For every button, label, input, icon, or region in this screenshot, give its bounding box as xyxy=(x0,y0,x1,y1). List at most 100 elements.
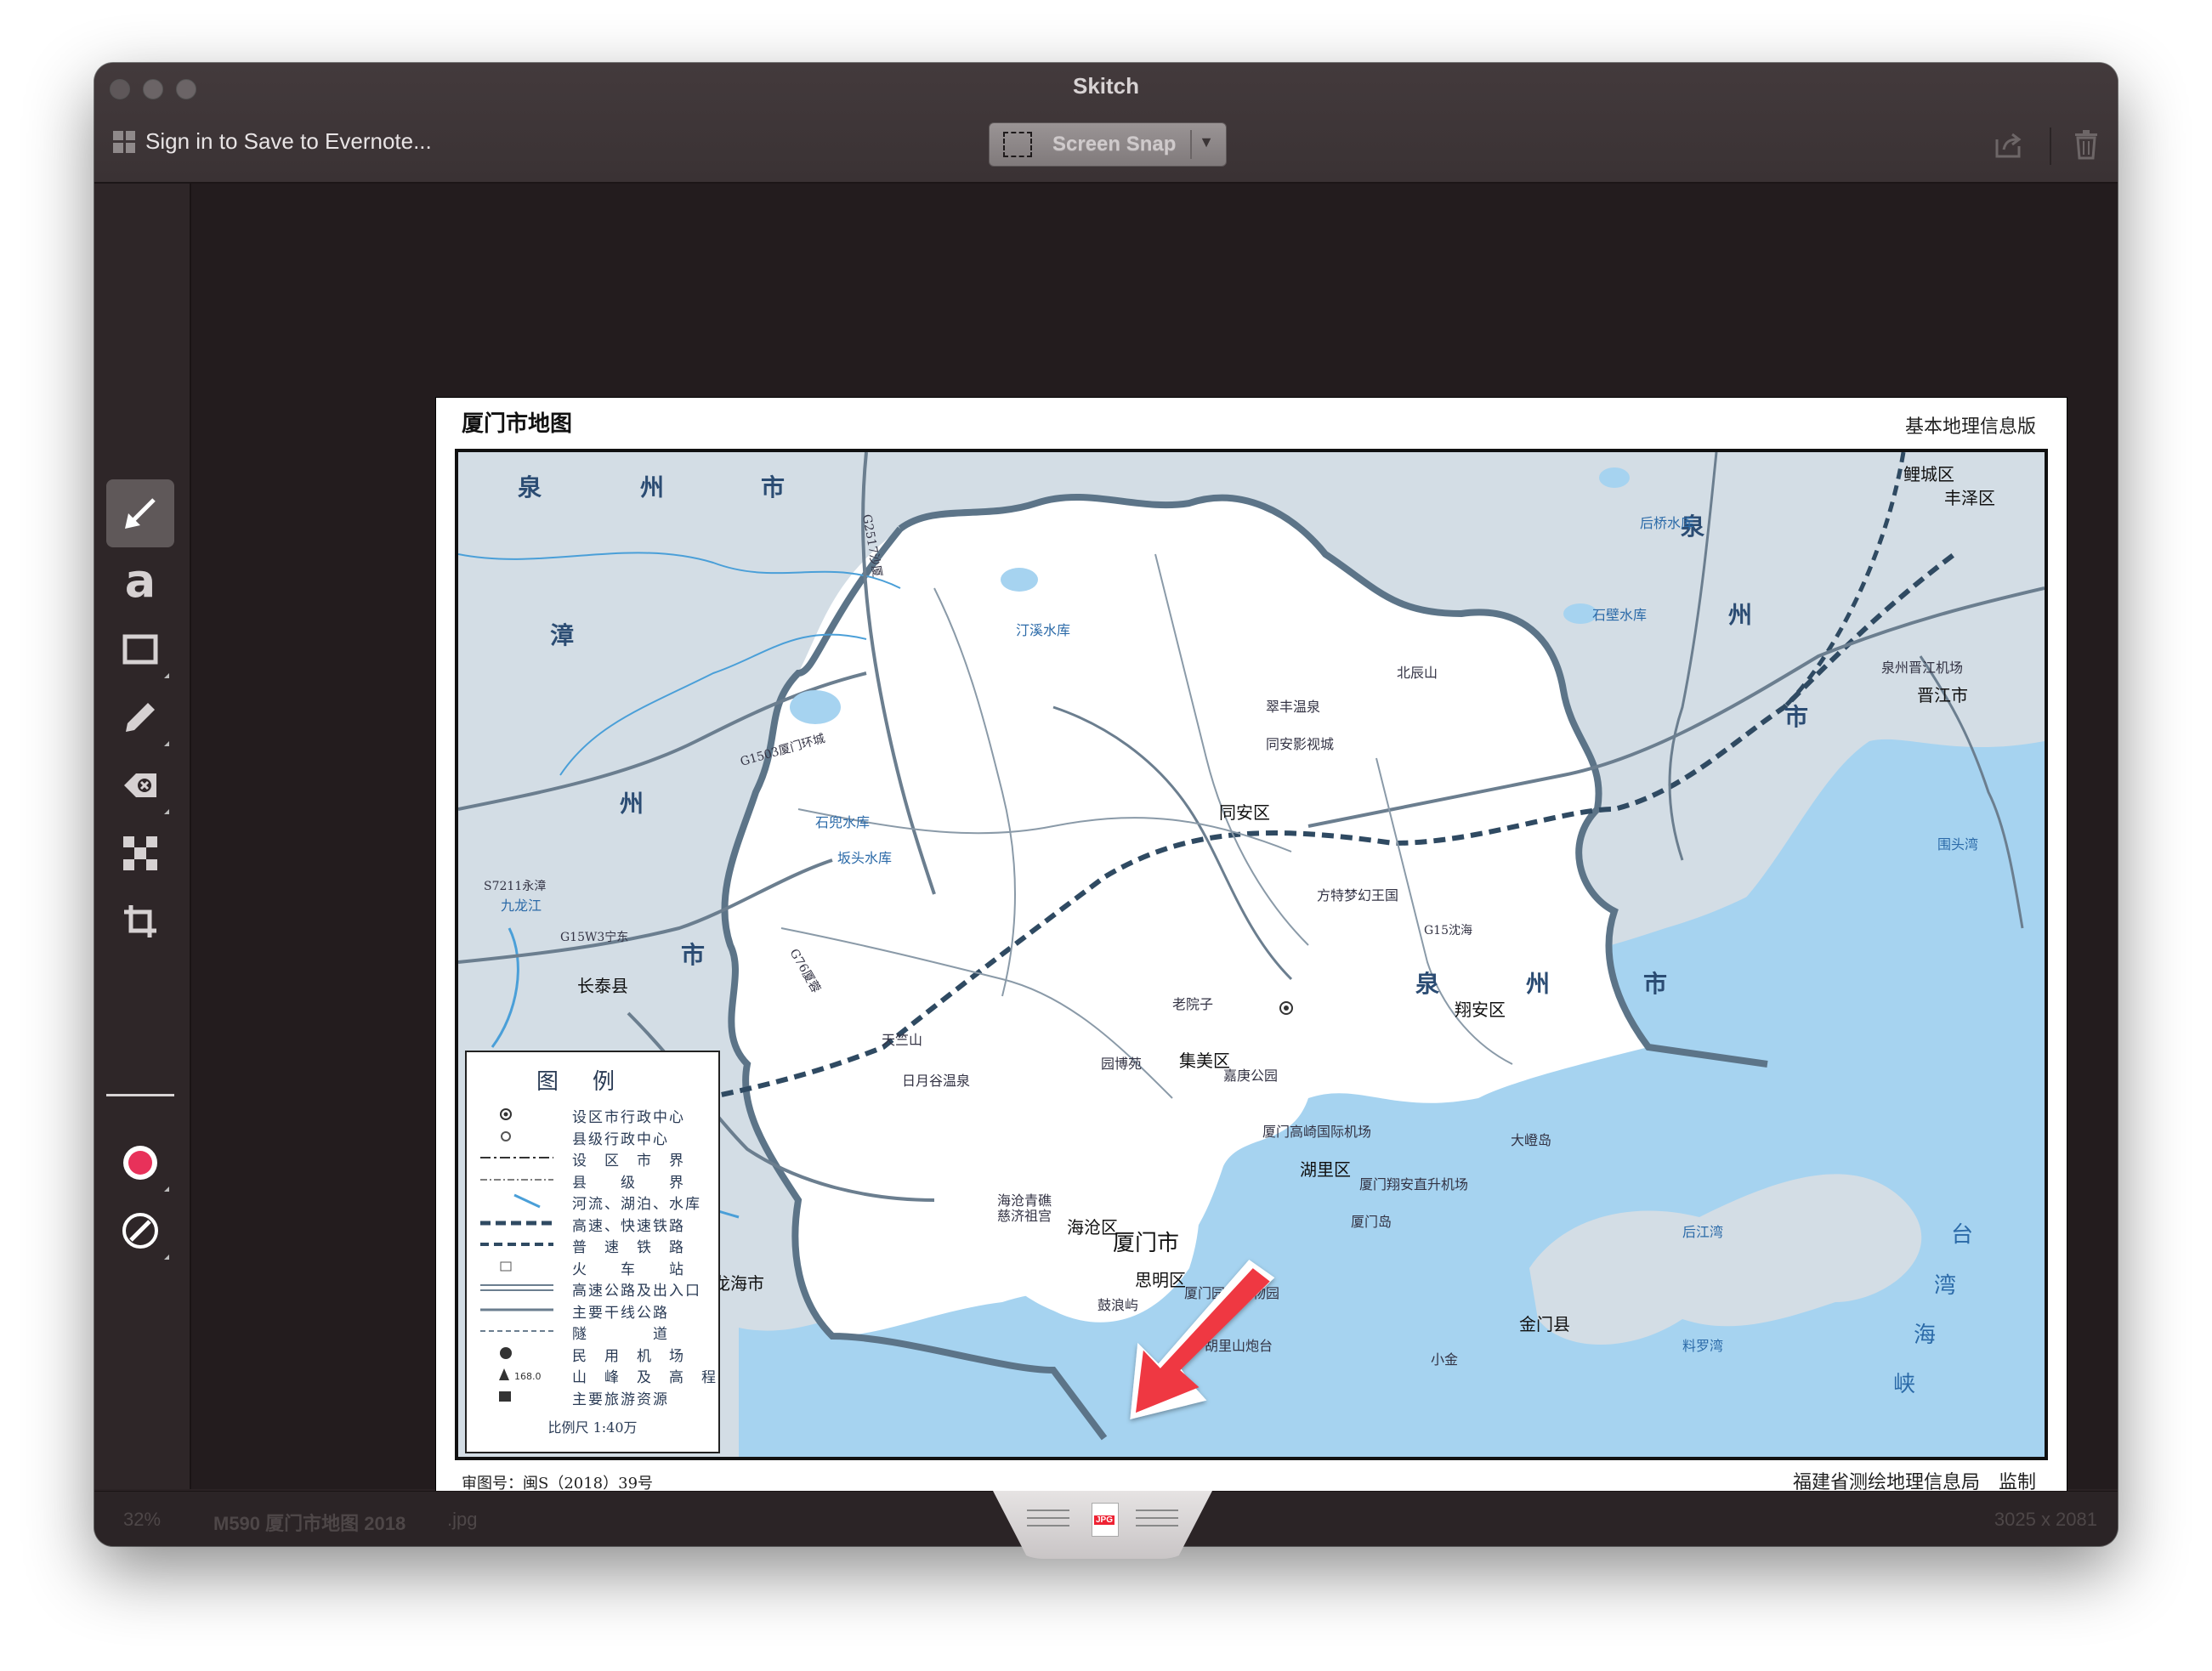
label-jiageng: 嘉庚公园 xyxy=(1223,1068,1279,1084)
label-s7211: S7211永漳 xyxy=(484,880,547,893)
window-title: Skitch xyxy=(1072,73,1140,99)
legend-label: 普 速 铁 路 xyxy=(572,1239,685,1256)
text-tool[interactable]: a xyxy=(106,547,174,615)
skitch-window: Skitch Sign in to Save to Evernote... Sc… xyxy=(94,63,2118,1546)
legend-row: 高速公路及出入口 xyxy=(467,1277,718,1300)
map-subtitle: 基本地理信息版 xyxy=(1904,416,2036,438)
legend-row: 民 用 机 场 xyxy=(467,1342,718,1365)
legend-symbol-icon xyxy=(480,1178,553,1181)
legend-label: 河流、湖泊、水库 xyxy=(572,1196,701,1213)
legend-elevation: 168.0 xyxy=(514,1371,542,1382)
legend-row: 设 区 市 界 xyxy=(467,1147,718,1170)
snap-options-dropdown[interactable]: ▼ xyxy=(1199,133,1214,151)
label-huli: 湖里区 xyxy=(1300,1159,1351,1180)
label-taiwan-4: 峡 xyxy=(1893,1372,1916,1397)
label-houqiao: 后桥水库 xyxy=(1640,515,1695,531)
label-shi-bottom: 市 xyxy=(681,941,707,969)
legend-title: 图例 xyxy=(536,1069,649,1095)
legend-label: 隧 道 xyxy=(572,1326,669,1343)
label-houjiang: 后江湾 xyxy=(1682,1224,1724,1240)
stroke-width-picker[interactable] xyxy=(106,1197,174,1265)
label-haicang-park: 海沧青礁慈济祖宫 xyxy=(997,1192,1052,1224)
legend-label: 设区市行政中心 xyxy=(572,1109,685,1126)
zoom-level[interactable]: 32% xyxy=(123,1509,161,1531)
label-shibi: 石壁水库 xyxy=(1592,607,1648,623)
legend-symbol-icon xyxy=(500,1261,512,1271)
label-yuanbo: 园博苑 xyxy=(1101,1056,1143,1072)
label-tongan: 同安区 xyxy=(1219,802,1270,823)
label-xiaojin: 小金 xyxy=(1431,1351,1459,1368)
label-airport-gaoqi: 厦门高崎国际机场 xyxy=(1262,1124,1372,1140)
label-fangte: 方特梦幻王国 xyxy=(1317,887,1399,903)
legend-row: 河流、湖泊、水库 xyxy=(467,1190,718,1213)
pixelate-icon xyxy=(123,836,157,870)
legend-row: 县级行政中心 xyxy=(467,1125,718,1148)
legend-label: 主要旅游资源 xyxy=(572,1391,669,1408)
legend-symbol-icon xyxy=(480,1284,553,1291)
signin-label: Sign in to Save to Evernote... xyxy=(145,128,432,154)
legend-row: 隧 道 xyxy=(467,1320,718,1343)
color-picker[interactable] xyxy=(106,1129,174,1197)
label-bantou: 坂头水库 xyxy=(837,850,893,866)
legend-label: 设 区 市 界 xyxy=(572,1153,685,1170)
label-taiwan-1: 台 xyxy=(1951,1222,1974,1248)
label-xiangan: 翔安区 xyxy=(1455,1000,1506,1020)
legend-label: 主要干线公路 xyxy=(572,1304,669,1322)
crop-tool[interactable] xyxy=(106,887,174,955)
screen-snap-button[interactable]: Screen Snap ▼ xyxy=(989,122,1227,167)
highlighter-tool[interactable] xyxy=(106,751,174,819)
legend-row: 火 车 站 xyxy=(467,1255,718,1278)
arrow-tool[interactable] xyxy=(106,479,174,547)
legend-row: 主要旅游资源 xyxy=(467,1385,718,1408)
line-width-icon xyxy=(122,1213,158,1249)
map-legend: 图例 设区市行政中心 县级行政中心设 区 市 界县 级 界河流、湖泊、水库 高速、快… xyxy=(465,1051,720,1453)
tool-palette: a xyxy=(94,184,191,1489)
crop-icon xyxy=(124,905,156,937)
legend-symbol-icon xyxy=(499,1391,511,1402)
pixelate-tool[interactable] xyxy=(106,819,174,887)
grid-icon xyxy=(113,130,135,153)
label-zhou-left: 州 xyxy=(620,790,646,818)
legend-symbol-icon xyxy=(500,1108,512,1120)
text-icon: a xyxy=(124,554,156,608)
legend-label: 山 峰 及 高 程 xyxy=(572,1369,717,1386)
label-shidou: 石兜水库 xyxy=(815,814,871,830)
file-format[interactable]: .jpg xyxy=(447,1509,477,1531)
label-tingxi: 汀溪水库 xyxy=(1016,622,1071,638)
label-taiwan-3: 海 xyxy=(1914,1323,1937,1348)
title-bar: Skitch Sign in to Save to Evernote... Sc… xyxy=(94,63,2118,184)
rectangle-icon xyxy=(122,634,158,665)
label-quan-bottom: 泉 xyxy=(1415,970,1442,998)
pen-tool[interactable] xyxy=(106,683,174,751)
legend-items: 设区市行政中心 县级行政中心设 区 市 界县 级 界河流、湖泊、水库 高速、快速铁路… xyxy=(467,1103,718,1408)
legend-symbol-icon xyxy=(480,1221,553,1225)
legend-label: 县级行政中心 xyxy=(572,1130,669,1148)
label-g15w3: G15W3宁东 xyxy=(560,931,629,944)
signin-evernote-button[interactable]: Sign in to Save to Evernote... xyxy=(113,128,432,155)
legend-row: 168.0 山 峰 及 高 程 xyxy=(467,1363,718,1386)
label-shi-right: 市 xyxy=(1784,703,1811,731)
label-airport-jinjiang: 泉州晋江机场 xyxy=(1881,660,1964,676)
rectangle-tool[interactable] xyxy=(106,615,174,683)
legend-label: 县 级 界 xyxy=(572,1174,685,1192)
label-zhang: 漳 xyxy=(550,621,576,649)
trash-icon[interactable] xyxy=(2073,129,2099,160)
label-xiamen-dao: 厦门岛 xyxy=(1351,1214,1392,1230)
file-name[interactable]: M590 厦门市地图 2018 xyxy=(213,1509,406,1536)
legend-symbol-icon xyxy=(480,1330,553,1332)
highlighter-icon xyxy=(124,773,156,797)
drag-out-tab[interactable]: JPG xyxy=(993,1491,1212,1559)
label-longhai: 龙海市 xyxy=(713,1273,764,1294)
label-weitou: 围头湾 xyxy=(1937,836,1979,852)
label-haicang: 海沧区 xyxy=(1067,1217,1118,1238)
label-zhou-right: 州 xyxy=(1728,601,1755,629)
legend-label: 高速、快速铁路 xyxy=(572,1217,685,1235)
legend-label: 高速公路及出入口 xyxy=(572,1283,701,1300)
label-zhou-bottom: 州 xyxy=(1526,970,1552,998)
pen-icon xyxy=(126,703,155,732)
share-icon[interactable] xyxy=(1994,131,2022,160)
label-shi-bottom2: 市 xyxy=(1643,970,1670,998)
annotation-arrow[interactable] xyxy=(1119,1238,1289,1450)
legend-symbol-icon: 168.0 xyxy=(499,1368,542,1382)
legend-symbol-icon xyxy=(501,1130,511,1141)
